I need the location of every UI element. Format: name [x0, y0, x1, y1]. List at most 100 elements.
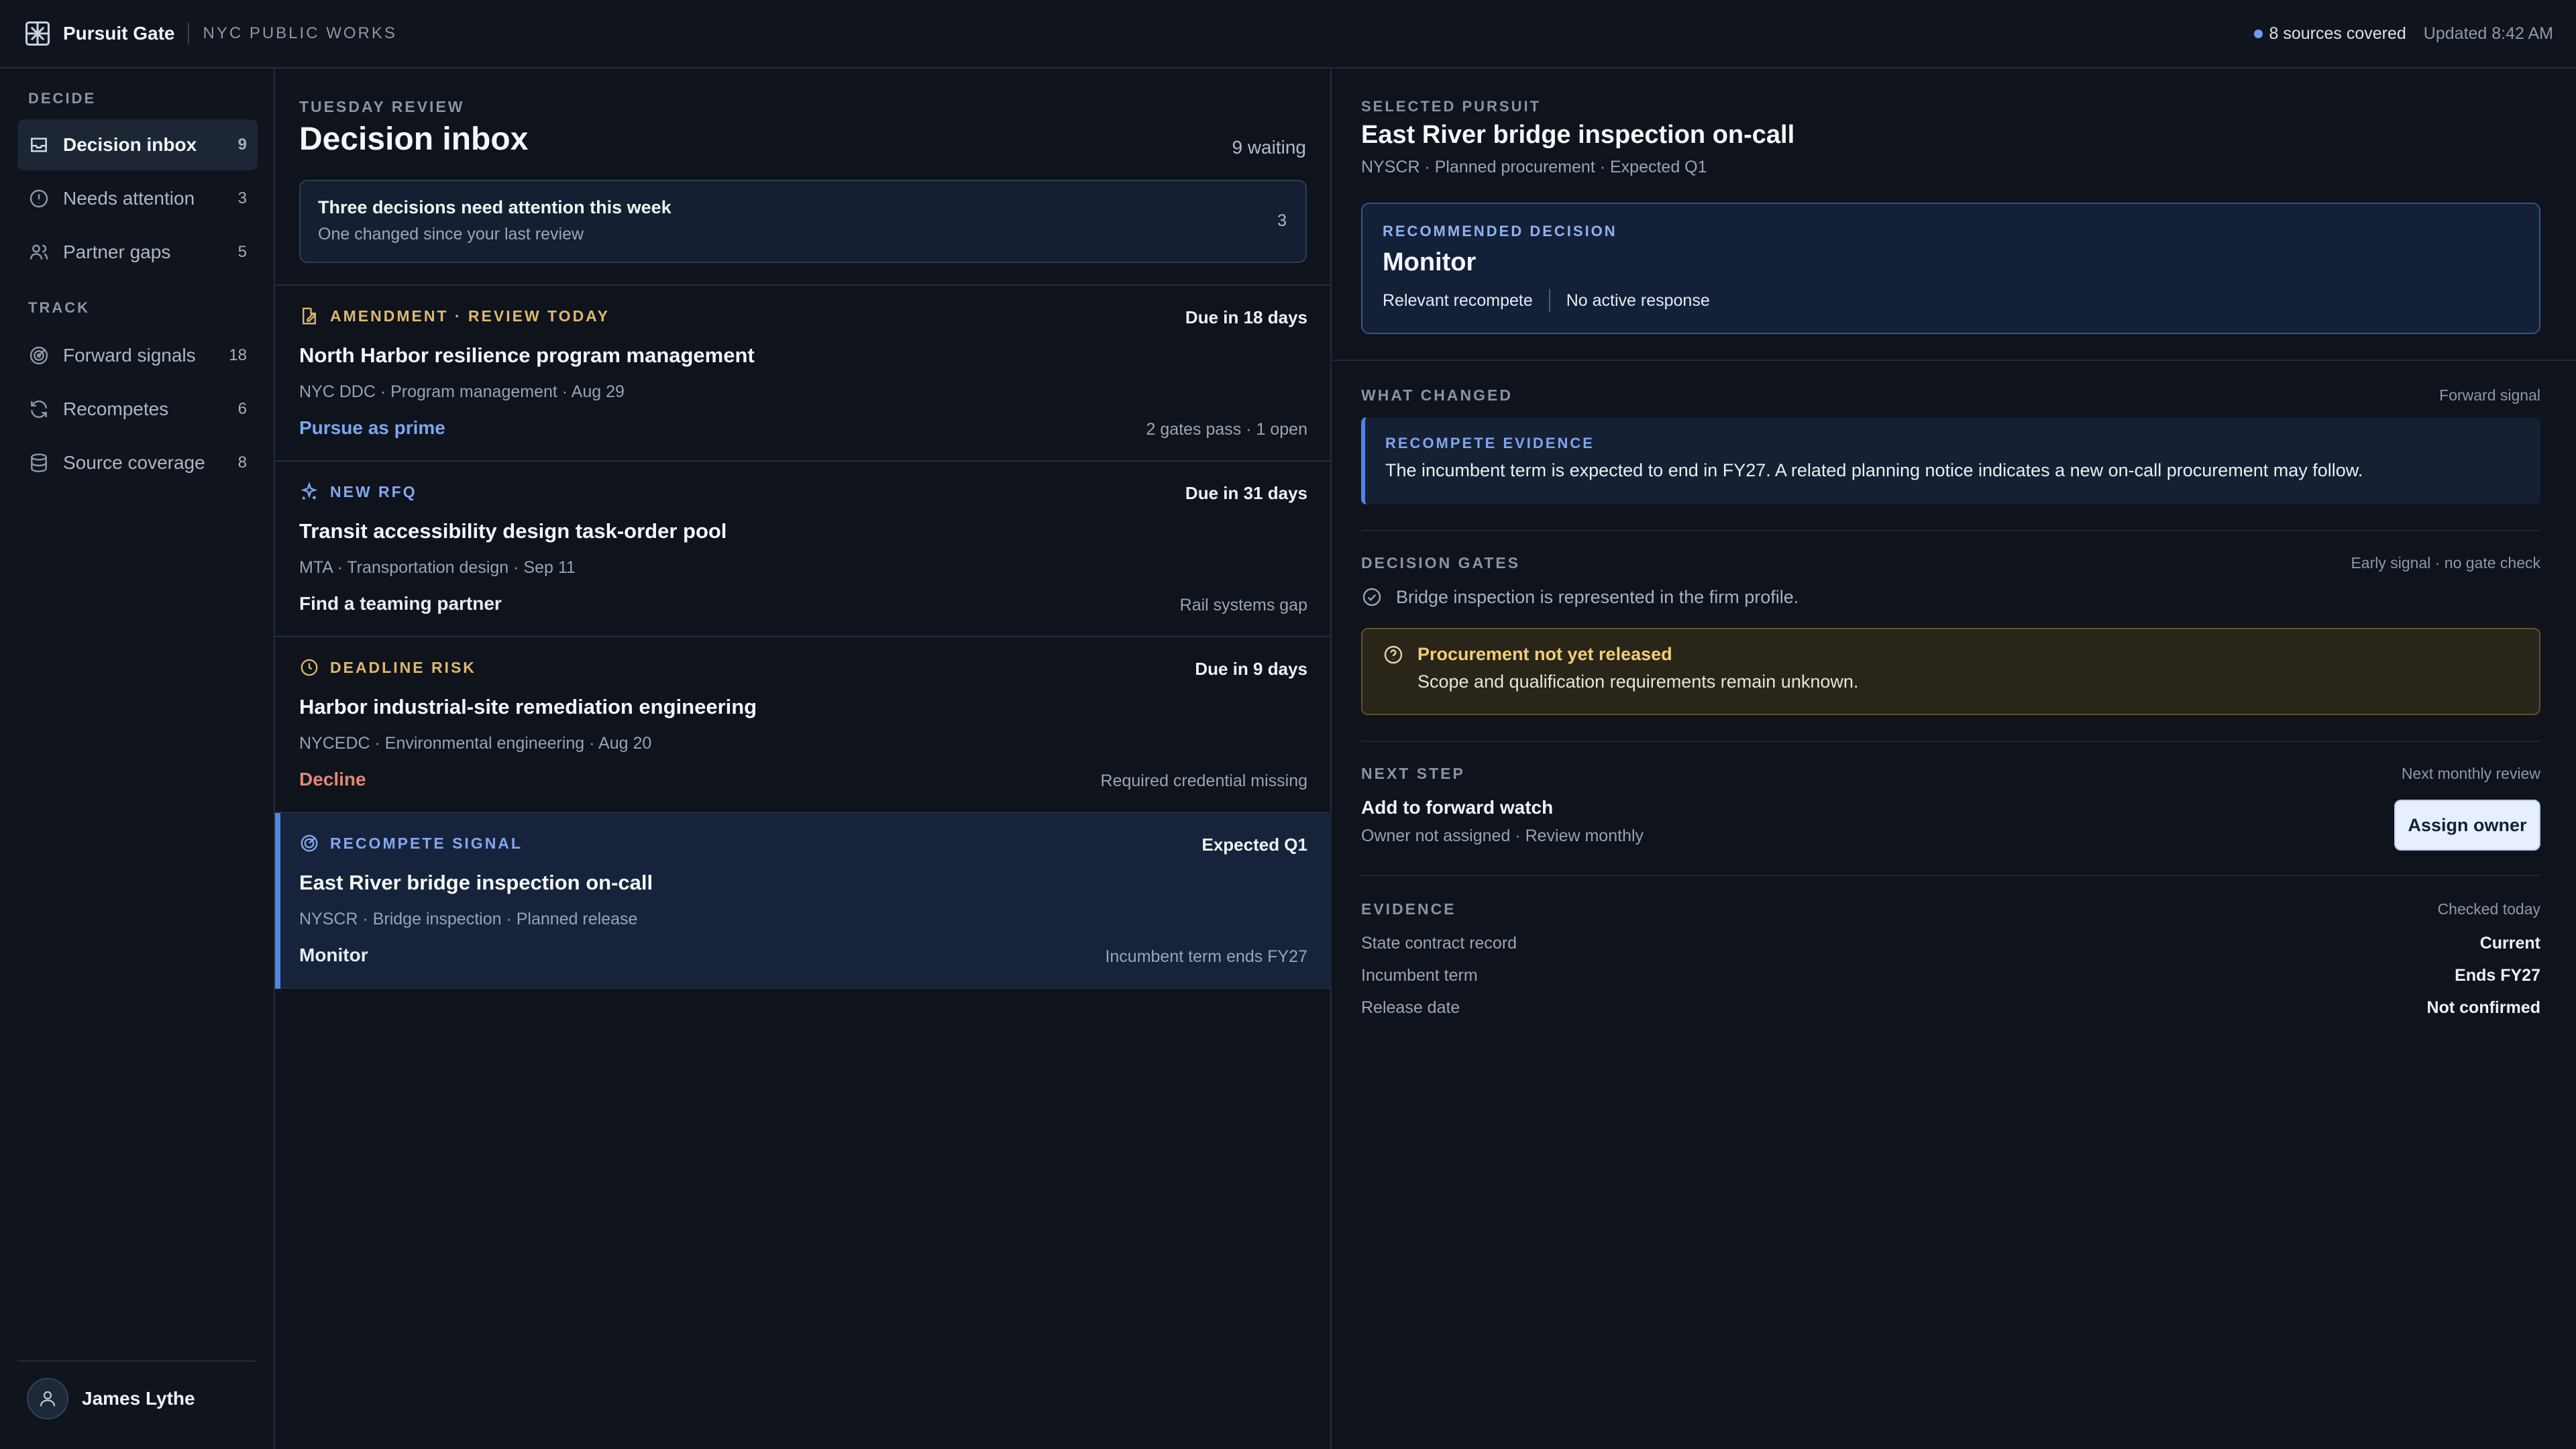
- card-note: Rail systems gap: [1179, 596, 1307, 614]
- sidebar-item-source-coverage[interactable]: Source coverage 8: [17, 437, 258, 488]
- evidence-row-label: Incumbent term: [1361, 966, 1478, 985]
- clock-icon: [299, 657, 319, 678]
- next-step-subtext: Owner not assigned · Review monthly: [1361, 826, 1644, 845]
- user-profile[interactable]: James Lythe: [27, 1378, 195, 1419]
- sources-status[interactable]: 8 sources covered: [2253, 24, 2406, 44]
- sidebar-item-label: Forward signals: [63, 345, 196, 366]
- next-step-review: Next monthly review: [2401, 765, 2540, 782]
- evidence-row: Incumbent term Ends FY27: [1361, 966, 2540, 985]
- section-divider: [1361, 741, 2540, 742]
- status-area: 8 sources covered Updated 8:42 AM: [2253, 23, 2553, 44]
- pursuit-card-selected[interactable]: RECOMPETE SIGNAL Expected Q1 East River …: [275, 813, 1332, 989]
- card-meta: NYC DDC · Program management · Aug 29: [299, 382, 625, 401]
- avatar: [27, 1378, 68, 1419]
- card-tag-label: RECOMPETE SIGNAL: [330, 834, 523, 852]
- detail-kicker: SELECTED PURSUIT: [1361, 98, 1542, 115]
- card-action[interactable]: Pursue as prime: [299, 417, 445, 439]
- card-tag: AMENDMENT · REVIEW TODAY: [299, 306, 610, 326]
- gate-check-text: Bridge inspection is represented in the …: [1396, 586, 1799, 607]
- user-name: James Lythe: [82, 1388, 195, 1409]
- recommendation-decision: Monitor: [1383, 248, 1477, 276]
- summary-heading: Three decisions need attention this week: [318, 197, 672, 217]
- sidebar-divider: [17, 1360, 256, 1362]
- recompete-evidence-box: RECOMPETE EVIDENCE The incumbent term is…: [1361, 417, 2540, 504]
- check-circle-icon: [1361, 586, 1383, 608]
- sidebar-item-label: Source coverage: [63, 452, 205, 473]
- updated-time: Updated 8:42 AM: [2423, 23, 2553, 43]
- decide-section-label: DECIDE: [28, 90, 97, 107]
- evidence-row-label: Release date: [1361, 998, 1460, 1017]
- card-title: Harbor industrial-site remediation engin…: [299, 695, 757, 718]
- next-step-label: NEXT STEP: [1361, 765, 1465, 782]
- review-kicker: TUESDAY REVIEW: [299, 98, 465, 115]
- user-icon: [40, 1391, 56, 1407]
- section-divider: [1333, 360, 2576, 361]
- sidebar-item-decision-inbox[interactable]: Decision inbox 9: [17, 119, 258, 170]
- card-title: Transit accessibility design task-order …: [299, 519, 727, 543]
- card-tag: NEW RFQ: [299, 482, 417, 502]
- evidence-row-value: Not confirmed: [2426, 998, 2540, 1017]
- card-note: 2 gates pass · 1 open: [1146, 420, 1307, 439]
- recommendation-chip: Relevant recompete: [1383, 290, 1533, 310]
- pursuit-card[interactable]: DEADLINE RISK Due in 9 days Harbor indus…: [275, 637, 1332, 813]
- sidebar-item-count: 3: [237, 189, 247, 207]
- card-meta: NYCEDC · Environmental engineering · Aug…: [299, 734, 652, 753]
- top-bar: Pursuit Gate NYC PUBLIC WORKS 8 sources …: [0, 0, 2576, 68]
- card-tag-label: AMENDMENT · REVIEW TODAY: [330, 307, 610, 325]
- sidebar-item-needs-attention[interactable]: Needs attention 3: [17, 173, 258, 224]
- sparkle-icon: [299, 482, 319, 502]
- sidebar-item-count: 18: [229, 346, 247, 364]
- org-name: NYC PUBLIC WORKS: [203, 24, 397, 42]
- evidence-label: EVIDENCE: [1361, 900, 1456, 918]
- card-action[interactable]: Monitor: [299, 945, 368, 966]
- card-note: Incumbent term ends FY27: [1105, 947, 1307, 966]
- summary-count: 3: [1277, 211, 1287, 230]
- sidebar-item-forward-signals[interactable]: Forward signals 18: [17, 330, 258, 381]
- attention-summary[interactable]: Three decisions need attention this week…: [299, 180, 1307, 263]
- decision-gates-label: DECISION GATES: [1361, 554, 1521, 572]
- chip-divider: [1548, 289, 1550, 312]
- brand[interactable]: Pursuit Gate: [23, 19, 174, 48]
- card-due: Due in 9 days: [1195, 659, 1307, 679]
- summary-subtext: One changed since your last review: [318, 225, 584, 244]
- radar-icon: [28, 345, 50, 366]
- card-action[interactable]: Decline: [299, 769, 366, 790]
- pursuit-card[interactable]: NEW RFQ Due in 31 days Transit accessibi…: [275, 462, 1332, 637]
- evidence-box-label: RECOMPETE EVIDENCE: [1385, 435, 1595, 451]
- detail-meta: NYSCR · Planned procurement · Expected Q…: [1361, 158, 1707, 176]
- card-tag-label: DEADLINE RISK: [330, 658, 476, 676]
- card-meta: MTA · Transportation design · Sep 11: [299, 558, 576, 577]
- sidebar-item-label: Partner gaps: [63, 241, 171, 262]
- evidence-checked: Checked today: [2437, 900, 2540, 918]
- pursuit-card[interactable]: AMENDMENT · REVIEW TODAY Due in 18 days …: [275, 286, 1332, 462]
- status-dot: [2253, 29, 2263, 38]
- sidebar-item-label: Needs attention: [63, 188, 195, 209]
- card-due: Due in 31 days: [1185, 483, 1307, 503]
- inbox-icon: [28, 134, 50, 156]
- section-divider: [1361, 875, 2540, 876]
- assign-owner-button[interactable]: Assign owner: [2394, 800, 2540, 851]
- card-due: Due in 18 days: [1185, 307, 1307, 327]
- recommendation-chip: No active response: [1566, 290, 1710, 310]
- sidebar-item-recompetes[interactable]: Recompetes 6: [17, 384, 258, 435]
- brand-name: Pursuit Gate: [63, 23, 175, 44]
- sidebar-item-partner-gaps[interactable]: Partner gaps 5: [17, 227, 258, 278]
- evidence-row-label: State contract record: [1361, 934, 1517, 953]
- decision-gates-status: Early signal · no gate check: [2351, 554, 2540, 572]
- amendment-edit-icon: [299, 306, 319, 326]
- card-title: North Harbor resilience program manageme…: [299, 343, 755, 367]
- detail-header: SELECTED PURSUIT East River bridge inspe…: [1361, 98, 2540, 177]
- card-due: Expected Q1: [1201, 835, 1307, 855]
- sidebar-item-label: Recompetes: [63, 398, 169, 419]
- warning-title: Procurement not yet released: [1417, 644, 1672, 664]
- help-circle-icon: [1383, 644, 1404, 692]
- what-changed-label: WHAT CHANGED: [1361, 386, 1513, 404]
- card-meta: NYSCR · Bridge inspection · Planned rele…: [299, 910, 638, 928]
- sidebar-item-count: 5: [237, 243, 247, 261]
- track-section-label: TRACK: [28, 299, 90, 316]
- recommended-decision-card: RECOMMENDED DECISION Monitor Relevant re…: [1361, 203, 2540, 334]
- card-tag-label: NEW RFQ: [330, 482, 417, 500]
- evidence-row-value: Current: [2479, 934, 2540, 953]
- refresh-icon: [28, 398, 50, 420]
- card-action[interactable]: Find a teaming partner: [299, 593, 502, 614]
